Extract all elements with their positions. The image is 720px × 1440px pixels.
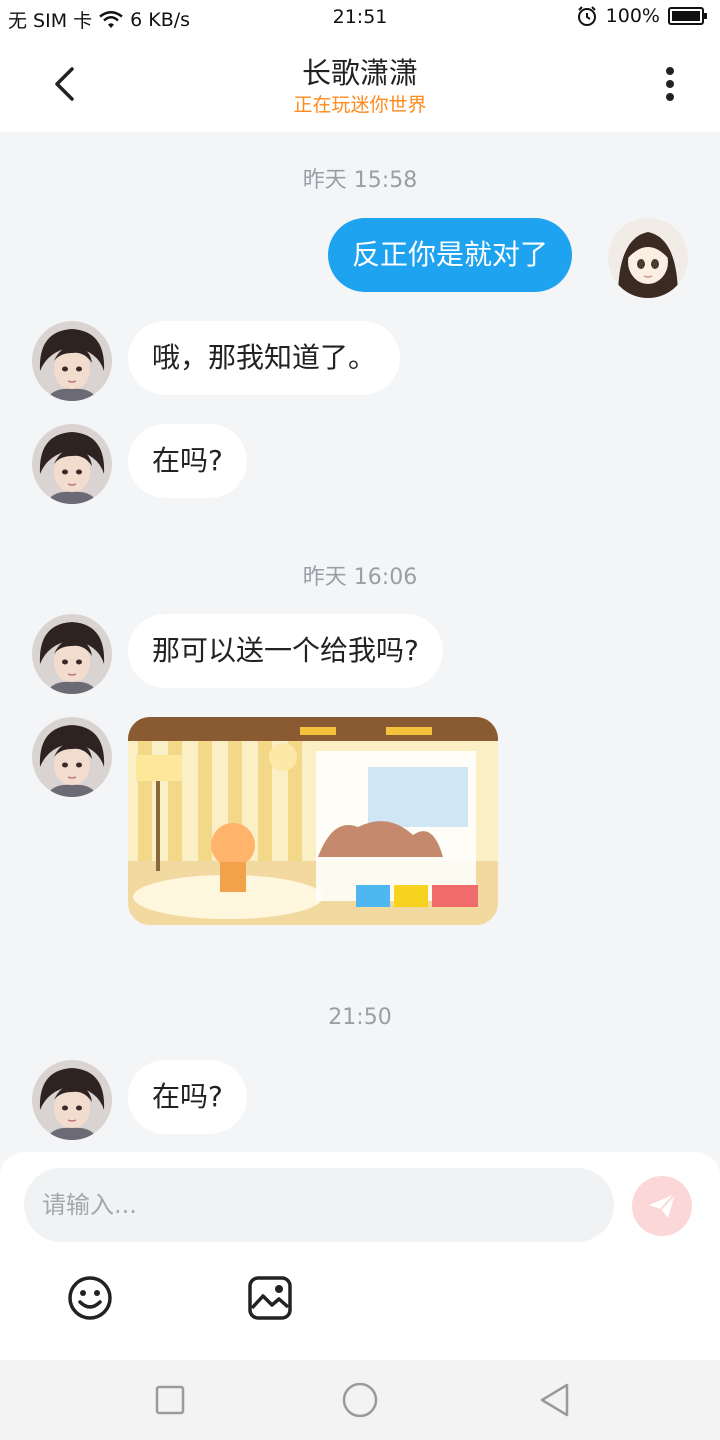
contact-avatar[interactable] [32,1060,112,1140]
more-button[interactable] [646,64,694,104]
status-bar: 无 SIM 卡 6 KB/s 21:51 100% [0,0,720,36]
send-icon [649,1193,676,1218]
contact-avatar[interactable] [32,424,112,504]
emoji-button[interactable] [66,1274,114,1322]
recents-button[interactable] [150,1380,190,1420]
more-vertical-icon [666,67,674,101]
contact-avatar[interactable] [32,321,112,401]
timestamp: 昨天 15:58 [302,168,418,193]
message-bubble-incoming[interactable]: 哦，那我知道了。 [128,321,401,395]
avatar-image [32,321,112,401]
contact-status: 正在玩迷你世界 [293,94,427,116]
battery-percent: 100% [605,5,660,27]
circle-icon [342,1382,378,1418]
contact-avatar[interactable] [32,614,112,694]
alarm-icon [576,5,598,27]
my-avatar[interactable] [608,218,688,298]
back-nav-button[interactable] [534,1380,574,1420]
triangle-back-icon [540,1383,569,1417]
image-picker-button[interactable] [246,1274,294,1322]
message-bubble-incoming[interactable]: 在吗? [128,424,247,498]
emoji-icon [68,1276,112,1320]
message-input[interactable]: 请输入... [24,1168,614,1242]
square-icon [155,1385,185,1415]
avatar-image [32,717,112,797]
message-image[interactable] [128,717,498,925]
timestamp: 昨天 16:06 [302,565,418,590]
send-button[interactable] [632,1176,692,1236]
message-bubble-incoming[interactable]: 在吗? [128,1060,247,1134]
chat-header: 长歌潇潇 正在玩迷你世界 [0,36,720,132]
input-panel: 请输入... [0,1152,720,1360]
message-bubble-incoming[interactable]: 那可以送一个给我吗? [128,614,443,688]
timestamp: 21:50 [328,1005,392,1030]
avatar-image [32,1060,112,1140]
battery-icon [668,6,708,26]
avatar-image [32,424,112,504]
message-bubble-outgoing[interactable]: 反正你是就对了 [328,218,573,292]
contact-avatar[interactable] [32,717,112,797]
chat-messages[interactable]: 昨天 15:58 反正你是就对了 哦，那我知道了。 在吗? 昨天 16:06 那… [0,132,720,1152]
system-nav-bar [0,1360,720,1440]
contact-name: 长歌潇潇 [301,56,418,90]
image-icon [248,1276,292,1320]
home-button[interactable] [340,1380,380,1420]
avatar-image [608,218,688,298]
game-screenshot-image [128,717,498,925]
avatar-image [32,614,112,694]
